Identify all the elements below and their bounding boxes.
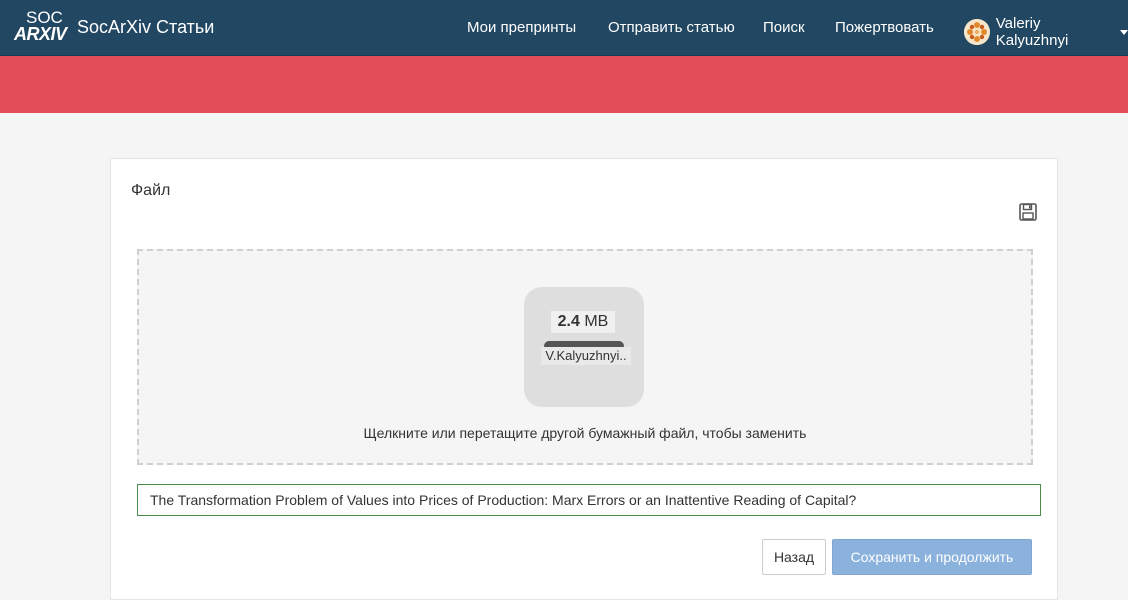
- brand-link[interactable]: SOC ARXIV SocArXiv Статьи: [14, 9, 214, 45]
- save-and-continue-button[interactable]: Сохранить и продолжить: [832, 539, 1032, 575]
- file-size-unit: MB: [584, 313, 609, 330]
- user-menu[interactable]: Valeriy Kalyuzhnyi: [964, 15, 1128, 49]
- nav-search[interactable]: Поиск: [763, 19, 805, 36]
- dropzone-message: Щелкните или перетащите другой бумажный …: [363, 425, 807, 441]
- nav-my-preprints[interactable]: Мои препринты: [467, 19, 576, 36]
- file-panel: Файл 2.4 MB V.Kalyuzhnyi.. Щелкните или …: [110, 158, 1058, 600]
- user-name: Valeriy Kalyuzhnyi: [995, 15, 1069, 49]
- file-preview: 2.4 MB V.Kalyuzhnyi..: [524, 287, 644, 407]
- top-navbar: SOC ARXIV SocArXiv Статьи Мои препринты …: [0, 0, 1128, 56]
- back-button[interactable]: Назад: [762, 539, 826, 575]
- logo-bottom-text: ARXIV: [14, 24, 67, 44]
- save-icon[interactable]: [1018, 202, 1038, 222]
- nav-submit-paper[interactable]: Отправить статью: [608, 19, 735, 36]
- avatar-identicon: [964, 19, 990, 45]
- nav-donate[interactable]: Пожертвовать: [835, 19, 934, 36]
- socarxiv-logo: SOC ARXIV: [14, 9, 67, 45]
- file-name: V.Kalyuzhnyi..: [541, 347, 631, 365]
- paper-title-input[interactable]: [137, 484, 1041, 516]
- file-dropzone[interactable]: 2.4 MB V.Kalyuzhnyi.. Щелкните или перет…: [137, 249, 1033, 465]
- file-size-value: 2.4: [557, 313, 580, 330]
- brand-title: SocArXiv Статьи: [77, 16, 215, 37]
- caret-down-icon: [1120, 29, 1128, 35]
- file-size: 2.4 MB: [551, 311, 615, 333]
- status-banner: [0, 56, 1128, 113]
- panel-title: Файл: [131, 182, 171, 199]
